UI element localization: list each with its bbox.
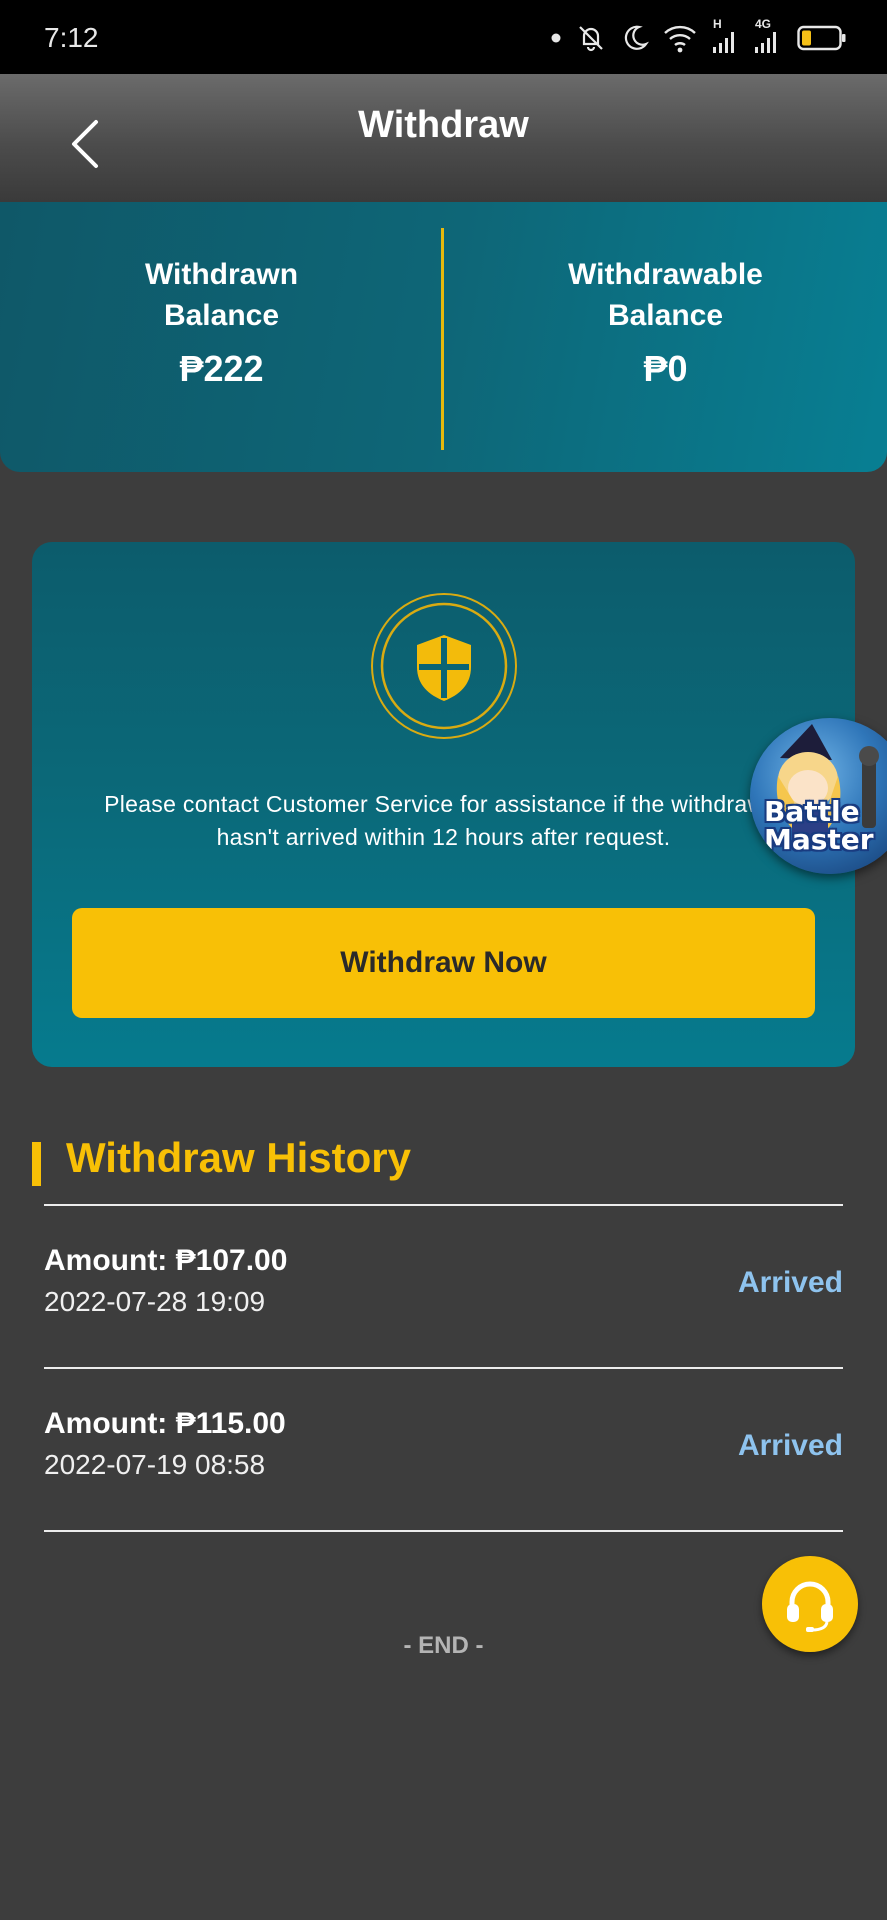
history-row: Amount: ₱107.00 2022-07-28 19:09 Arrived: [44, 1206, 843, 1369]
notification-dot-icon: [551, 33, 561, 43]
game-ad-title-line2: Master: [764, 823, 874, 856]
withdraw-panel: Please contact Customer Service for assi…: [32, 542, 855, 1067]
cell-signal-icon-2: [755, 32, 776, 53]
shield-badge: [369, 591, 519, 741]
page-title: Withdraw: [358, 104, 529, 146]
app-header: Withdraw: [0, 74, 887, 202]
history-row-amount: Amount: ₱115.00: [44, 1407, 286, 1440]
shield-icon: [371, 593, 517, 739]
battery-icon: [797, 25, 846, 51]
history-row-status: Arrived: [737, 1429, 843, 1462]
withdrawable-balance: Withdrawable Balance ₱0: [444, 254, 887, 390]
balance-card: Withdrawn Balance ₱222 Withdrawable Bala…: [0, 202, 887, 472]
game-ad-title-line1: Battle: [764, 795, 860, 828]
signal-4g-indicator: 4G: [753, 17, 783, 55]
muted-bell-icon: [579, 26, 603, 52]
withdrawable-balance-label: Withdrawable Balance: [568, 258, 763, 332]
cell-signal-icon: [713, 32, 734, 53]
game-ad-title: Battle Master: [764, 798, 887, 854]
withdrawn-balance-value: ₱222: [179, 348, 264, 389]
withdrawn-balance: Withdrawn Balance ₱222: [0, 254, 443, 390]
wifi-icon: [664, 25, 696, 53]
withdrawn-balance-label: Withdrawn Balance: [144, 258, 299, 332]
status-bar: 7:12 H 4G: [0, 0, 887, 74]
history-row-status: Arrived: [737, 1266, 843, 1299]
history-list: Amount: ₱107.00 2022-07-28 19:09 Arrived…: [44, 1204, 843, 1532]
assistance-notice: Please contact Customer Service for assi…: [104, 791, 783, 850]
status-time: 7:12: [44, 22, 99, 53]
withdrawable-balance-value: ₱0: [643, 348, 688, 389]
history-title: Withdraw History: [66, 1134, 411, 1181]
status-icons: H 4G: [551, 17, 847, 56]
moon-icon: [624, 25, 649, 50]
withdraw-now-button[interactable]: Withdraw Now: [72, 908, 815, 1018]
history-row-date: 2022-07-19 08:58: [44, 1449, 266, 1480]
history-row-amount: Amount: ₱107.00: [44, 1244, 288, 1277]
history-title-marker: [32, 1142, 41, 1186]
customer-support-button[interactable]: [762, 1556, 858, 1652]
signal-h-indicator: H: [711, 17, 739, 55]
history-row: Amount: ₱115.00 2022-07-19 08:58 Arrived: [44, 1369, 843, 1532]
headset-icon: [787, 1581, 833, 1632]
history-row-date: 2022-07-28 19:09: [44, 1286, 266, 1317]
end-of-list-label: - END -: [403, 1632, 484, 1659]
